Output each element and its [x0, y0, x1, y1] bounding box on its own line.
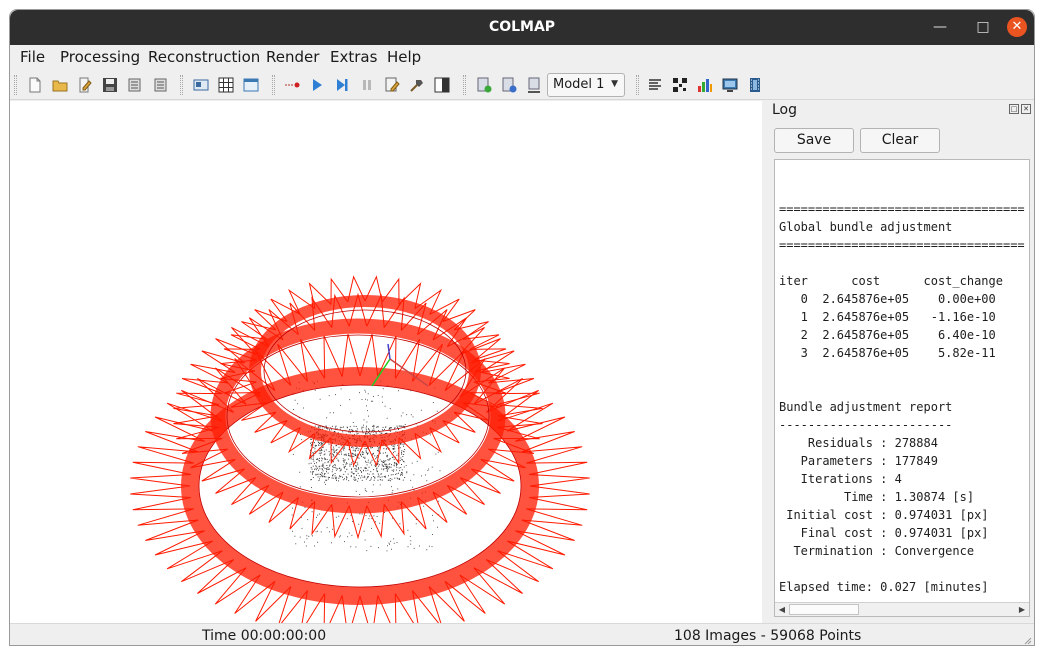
reconstruction-stats-icon[interactable]	[647, 77, 663, 93]
model-select-value: Model 1	[553, 77, 605, 92]
colmap-window: COLMAP — □ ✕ File Processing Reconstruct…	[9, 9, 1035, 646]
status-bar: Time 00:00:00:00 108 Images - 59068 Poin…	[10, 623, 1034, 645]
new-project-icon[interactable]	[27, 77, 43, 93]
axis-z	[387, 343, 391, 360]
reset-model-icon[interactable]	[526, 77, 542, 93]
grab-image-icon[interactable]	[697, 77, 713, 93]
grab-movie-icon[interactable]	[722, 77, 738, 93]
import-model-icon[interactable]	[127, 77, 143, 93]
edit-project-icon[interactable]	[77, 77, 93, 93]
database-management-icon[interactable]	[243, 77, 259, 93]
bundle-adjustment-icon[interactable]	[409, 77, 425, 93]
toolbar: Model 1 ▼	[10, 70, 1034, 100]
save-project-icon[interactable]	[102, 77, 118, 93]
menu-file[interactable]: File	[20, 48, 45, 66]
clear-log-button[interactable]: Clear	[860, 128, 940, 153]
status-counts: 108 Images - 59068 Points	[674, 628, 862, 644]
toolbar-separator	[272, 75, 275, 95]
toolbar-separator	[463, 75, 466, 95]
resize-grip-icon[interactable]	[1022, 635, 1032, 645]
log-text: ================================== Globa…	[779, 202, 1025, 594]
toolbar-separator	[180, 75, 183, 95]
export-model-icon[interactable]	[152, 77, 168, 93]
window-title: COLMAP	[488, 19, 556, 35]
save-log-button[interactable]: Save	[774, 128, 854, 153]
dock-float-icon[interactable]: □	[1009, 104, 1019, 114]
toolbar-separator	[636, 75, 639, 95]
menu-processing[interactable]: Processing	[60, 48, 140, 66]
dock-close-icon[interactable]: ✕	[1021, 104, 1031, 114]
menu-extras[interactable]: Extras	[330, 48, 377, 66]
match-matrix-icon[interactable]	[672, 77, 688, 93]
start-reconstruction-icon[interactable]	[309, 77, 325, 93]
menu-reconstruction[interactable]: Reconstruction	[148, 48, 260, 66]
render-options-icon[interactable]	[434, 77, 450, 93]
scroll-thumb[interactable]	[789, 604, 859, 615]
model-viewer[interactable]	[10, 101, 762, 623]
log-dock: Log □ ✕ Save Clear =====================…	[763, 101, 1034, 623]
scroll-left-icon[interactable]: ◀	[775, 603, 789, 616]
close-icon[interactable]: ✕	[1007, 17, 1027, 37]
open-project-icon[interactable]	[52, 77, 68, 93]
pause-reconstruction-icon[interactable]	[359, 77, 375, 93]
minimize-icon[interactable]: —	[930, 17, 950, 37]
log-horizontal-scrollbar[interactable]: ◀ ▶	[775, 602, 1029, 616]
menu-help[interactable]: Help	[387, 48, 421, 66]
add-model-icon[interactable]	[476, 77, 492, 93]
automatic-reconstruction-icon[interactable]	[284, 77, 300, 93]
feature-extraction-icon[interactable]	[193, 77, 209, 93]
image-plane-band	[181, 367, 539, 605]
step-reconstruction-icon[interactable]	[334, 77, 350, 93]
maximize-icon[interactable]: □	[973, 17, 993, 37]
point-cloud	[291, 380, 441, 552]
remove-model-icon[interactable]	[501, 77, 517, 93]
menu-render[interactable]: Render	[266, 48, 319, 66]
chevron-down-icon: ▼	[611, 79, 618, 89]
image-plane-edge	[198, 384, 522, 588]
model-select[interactable]: Model 1 ▼	[547, 73, 625, 97]
menu-bar: File Processing Reconstruction Render Ex…	[10, 45, 1034, 69]
reconstruction-options-icon[interactable]	[384, 77, 400, 93]
title-bar: COLMAP — □ ✕	[10, 10, 1034, 45]
toolbar-separator	[14, 75, 17, 95]
scroll-right-icon[interactable]: ▶	[1015, 603, 1029, 616]
log-title: Log	[772, 102, 798, 118]
feature-matching-icon[interactable]	[218, 77, 234, 93]
reconstruction-render[interactable]	[10, 101, 762, 623]
log-output[interactable]: ================================== Globa…	[774, 159, 1030, 617]
status-time: Time 00:00:00:00	[202, 628, 327, 644]
film-icon[interactable]	[747, 77, 763, 93]
